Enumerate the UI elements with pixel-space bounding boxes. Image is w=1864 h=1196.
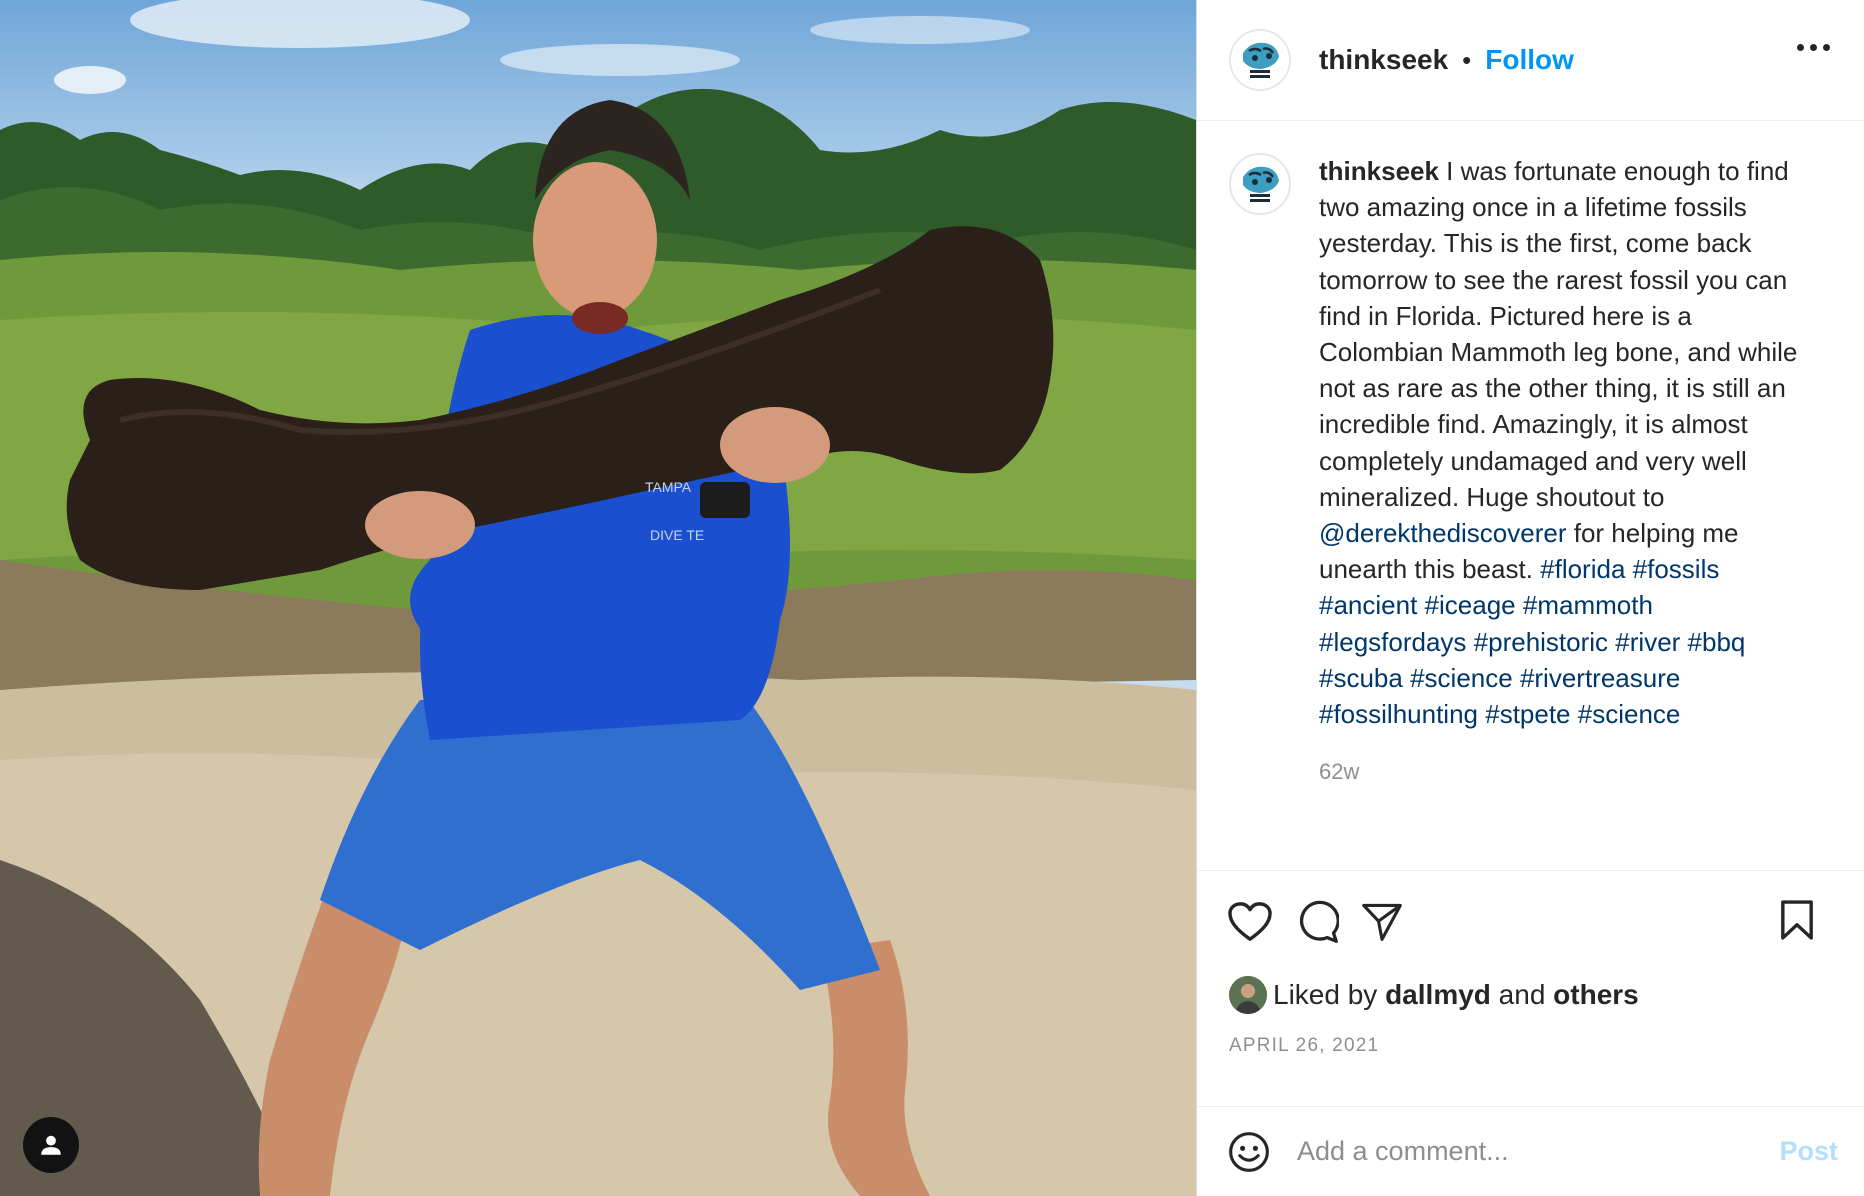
emoji-button[interactable] bbox=[1227, 1130, 1271, 1174]
hashtag-link[interactable]: #mammoth bbox=[1523, 590, 1653, 620]
post-time-ago[interactable]: 62w bbox=[1319, 754, 1799, 790]
hashtag-link[interactable]: #florida bbox=[1540, 554, 1625, 584]
save-button[interactable] bbox=[1780, 899, 1814, 941]
shirt-print-top: TAMPA bbox=[645, 479, 692, 495]
caption-body-1: I was fortunate enough to find two amazi… bbox=[1319, 156, 1798, 512]
hashtag-link[interactable]: #stpete bbox=[1485, 699, 1570, 729]
hashtag-link[interactable]: #science bbox=[1578, 699, 1681, 729]
follow-button[interactable]: Follow bbox=[1485, 44, 1574, 76]
hashtag-link[interactable]: #iceage bbox=[1425, 590, 1516, 620]
likes-and: and bbox=[1498, 979, 1546, 1010]
more-dot bbox=[1823, 44, 1830, 51]
separator-dot: • bbox=[1462, 44, 1472, 75]
caption-username[interactable]: thinkseek bbox=[1319, 156, 1439, 186]
hashtag-link[interactable]: #prehistoric bbox=[1474, 627, 1608, 657]
caption-avatar[interactable] bbox=[1229, 153, 1291, 215]
more-dot bbox=[1797, 44, 1804, 51]
liked-by-prefix: Liked by bbox=[1273, 979, 1378, 1010]
liker-avatar[interactable] bbox=[1229, 976, 1267, 1014]
comment-input[interactable] bbox=[1295, 1135, 1780, 1168]
bookmark-icon bbox=[1781, 900, 1813, 940]
post-date[interactable]: APRIL 26, 2021 bbox=[1197, 1035, 1864, 1057]
user-tag-button[interactable] bbox=[23, 1117, 79, 1173]
post-header: thinkseek • Follow bbox=[1197, 0, 1864, 121]
user-tag-icon bbox=[41, 1135, 61, 1155]
action-bar bbox=[1197, 871, 1864, 973]
hashtag-link[interactable]: #bbq bbox=[1688, 627, 1746, 657]
hashtag-link[interactable]: #river bbox=[1615, 627, 1680, 657]
liker-avatar-image bbox=[1229, 976, 1267, 1014]
author-avatar[interactable] bbox=[1229, 29, 1291, 91]
thinkseek-logo bbox=[1231, 155, 1289, 213]
heart-icon bbox=[1228, 902, 1272, 941]
thinkseek-logo bbox=[1231, 31, 1289, 89]
likes-row: Liked by dallmyd and others bbox=[1197, 973, 1864, 1017]
hashtag-link[interactable]: #legsfordays bbox=[1319, 627, 1466, 657]
share-icon bbox=[1362, 903, 1402, 941]
caption-text: thinkseek I was fortunate enough to find… bbox=[1319, 153, 1799, 870]
photo-scene: TAMPA DIVE TE bbox=[0, 0, 1196, 1196]
likes-others-link[interactable]: others bbox=[1553, 979, 1639, 1011]
share-button[interactable] bbox=[1361, 902, 1403, 942]
more-dot bbox=[1810, 44, 1817, 51]
hashtag-link[interactable]: #science bbox=[1410, 663, 1513, 693]
post-comment-button[interactable]: Post bbox=[1779, 1136, 1838, 1167]
post-photo[interactable]: TAMPA DIVE TE bbox=[0, 0, 1196, 1196]
emoji-icon bbox=[1229, 1131, 1269, 1172]
comment-button[interactable] bbox=[1295, 900, 1339, 944]
hashtag-link[interactable]: #rivertreasure bbox=[1520, 663, 1680, 693]
liker-username[interactable]: dallmyd bbox=[1385, 979, 1491, 1011]
hashtag-link[interactable]: #scuba bbox=[1319, 663, 1403, 693]
like-button[interactable] bbox=[1227, 901, 1273, 943]
hashtag-link[interactable]: #fossilhunting bbox=[1319, 699, 1478, 729]
shirt-print-bottom: DIVE TE bbox=[650, 527, 704, 543]
more-options-icon[interactable] bbox=[1797, 44, 1830, 51]
hashtag-link[interactable]: #ancient bbox=[1319, 590, 1417, 620]
caption-area: thinkseek I was fortunate enough to find… bbox=[1197, 121, 1864, 871]
mention-link[interactable]: @derekthediscoverer bbox=[1319, 518, 1567, 548]
instagram-post: TAMPA DIVE TE thinkseek • Follow thinkse… bbox=[0, 0, 1864, 1196]
author-username[interactable]: thinkseek bbox=[1319, 44, 1448, 76]
hashtag-link[interactable]: #fossils bbox=[1633, 554, 1720, 584]
comment-icon bbox=[1299, 900, 1339, 943]
comment-box: Post bbox=[1197, 1106, 1864, 1196]
post-sidebar: thinkseek • Follow thinkseek I was fortu… bbox=[1196, 0, 1864, 1196]
